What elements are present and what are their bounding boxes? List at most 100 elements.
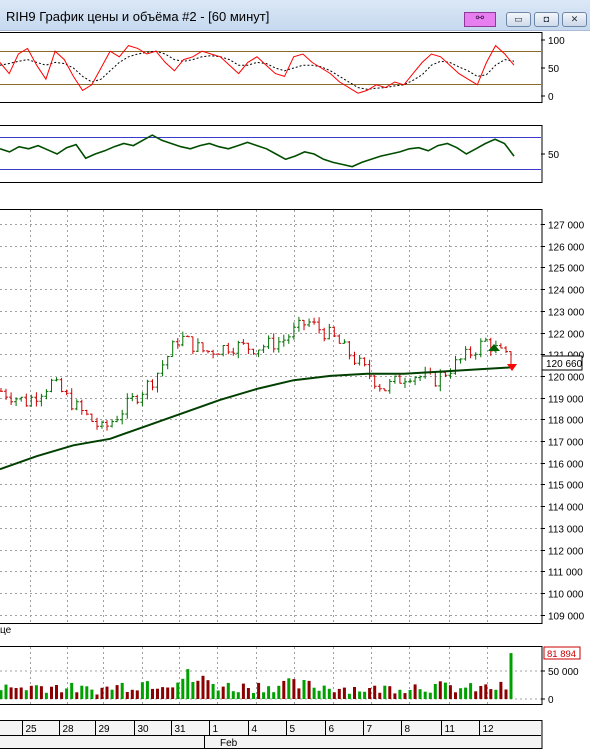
volume-bar	[100, 687, 104, 699]
volume-bar	[65, 688, 69, 699]
volume-tick-label: 0	[548, 695, 554, 706]
price-tick-label: 120 000	[548, 373, 585, 384]
volume-bar	[257, 682, 261, 699]
volume-bar	[206, 680, 210, 699]
moving-average-line	[0, 366, 515, 471]
volume-bar	[171, 687, 175, 699]
volume-bar	[24, 690, 28, 699]
volume-bar	[95, 694, 99, 699]
volume-bar	[70, 682, 74, 699]
price-tick-label: 122 000	[548, 330, 585, 341]
volume-bar	[428, 692, 432, 699]
volume-bar	[479, 686, 483, 699]
date-tick-label: 11	[445, 724, 456, 735]
volume-bar	[252, 693, 255, 699]
volume-bar	[9, 687, 13, 699]
volume-bar	[373, 685, 377, 699]
volume-bar	[398, 689, 402, 699]
volume-bar	[272, 692, 276, 699]
volume-bar	[267, 686, 271, 699]
oscillator-panel: 100 50 0	[0, 32, 565, 103]
volume-bar	[44, 692, 48, 699]
volume-bar	[342, 687, 346, 699]
date-tick-label: 31	[175, 724, 187, 735]
volume-bar	[120, 682, 124, 699]
momentum-line	[0, 134, 515, 168]
volume-bar	[29, 685, 33, 699]
volume-bar	[423, 691, 427, 699]
volume-bar	[156, 688, 159, 699]
volume-bar	[292, 679, 296, 699]
oscillator-tick-label: 50	[548, 64, 560, 75]
oscillator-fast-line	[0, 44, 515, 94]
volume-bar	[110, 689, 114, 699]
date-tick-label: 30	[138, 724, 150, 735]
volume-bar	[312, 687, 316, 699]
volume-bar	[262, 692, 266, 699]
volume-bar	[191, 682, 195, 699]
price-panel: 127 000 126 000 125 000 124 000 123 000 122 0…	[0, 209, 585, 636]
volume-bar	[115, 685, 119, 699]
volume-bar	[297, 688, 301, 699]
volume-panel: 50 000 0 81 894	[0, 646, 581, 706]
price-tick-label: 124 000	[548, 286, 585, 297]
volume-bar	[85, 686, 89, 699]
price-tick-label: 127 000	[548, 221, 585, 232]
volume-bar	[176, 682, 180, 699]
price-tick-label: 111 000	[548, 568, 583, 579]
volume-bar	[140, 682, 144, 699]
volume-tick-label: 50 000	[548, 667, 579, 678]
chart-canvas[interactable]: 100500 50 127 000126 000125 000124 00012…	[0, 0, 590, 751]
volume-bar	[358, 691, 362, 699]
volume-bar	[201, 675, 205, 699]
volume-bar	[4, 684, 8, 699]
buy-signal-icon	[488, 344, 500, 351]
momentum-panel: 50	[0, 125, 560, 183]
volume-bar	[413, 684, 417, 699]
date-axis: 25 28 29 30 31 1 4 5 6 7 8 11 12 Feb	[0, 720, 543, 749]
volume-bar	[327, 688, 331, 699]
momentum-tick-label: 50	[548, 150, 560, 161]
volume-bar	[509, 653, 513, 699]
volume-bar	[166, 687, 170, 699]
volume-bar	[75, 692, 79, 699]
volume-bar	[130, 689, 134, 699]
volume-bar	[383, 685, 387, 699]
volume-bar	[454, 692, 457, 699]
volume-bar	[317, 690, 321, 699]
volume-bar	[216, 690, 220, 699]
volume-bar	[90, 689, 94, 699]
volume-bar	[459, 688, 463, 699]
volume-bar	[196, 680, 200, 699]
volume-bar	[231, 691, 235, 699]
volume-bar	[403, 693, 407, 699]
volume-bar	[0, 690, 3, 699]
volume-bar	[368, 688, 372, 699]
date-tick-label: 5	[290, 724, 296, 735]
volume-bar	[307, 680, 311, 699]
volume-bar	[246, 688, 250, 699]
volume-bar	[302, 680, 306, 699]
volume-bar	[499, 681, 503, 699]
volume-bar	[211, 684, 215, 699]
volume-bar	[464, 687, 468, 699]
date-tick-label: 7	[367, 724, 373, 735]
price-tick-label: 118 000	[548, 416, 584, 427]
price-tick-label: 116 000	[548, 460, 584, 471]
volume-bar	[353, 687, 356, 699]
volume-bar	[50, 686, 53, 699]
date-tick-label: 12	[483, 724, 495, 735]
volume-bar	[438, 681, 442, 699]
volume-bar	[145, 681, 149, 699]
volume-bar	[60, 692, 64, 699]
volume-bar	[19, 687, 23, 699]
price-tick-label: 123 000	[548, 308, 585, 319]
last-volume-label: 81 894	[547, 649, 576, 660]
price-tick-label: 117 000	[548, 438, 584, 449]
volume-bar	[125, 692, 129, 699]
volume-bar	[221, 686, 225, 699]
volume-bar	[34, 685, 38, 699]
price-tick-label: 109 000	[548, 612, 585, 623]
volume-bar	[277, 685, 281, 699]
volume-bar	[55, 685, 58, 699]
